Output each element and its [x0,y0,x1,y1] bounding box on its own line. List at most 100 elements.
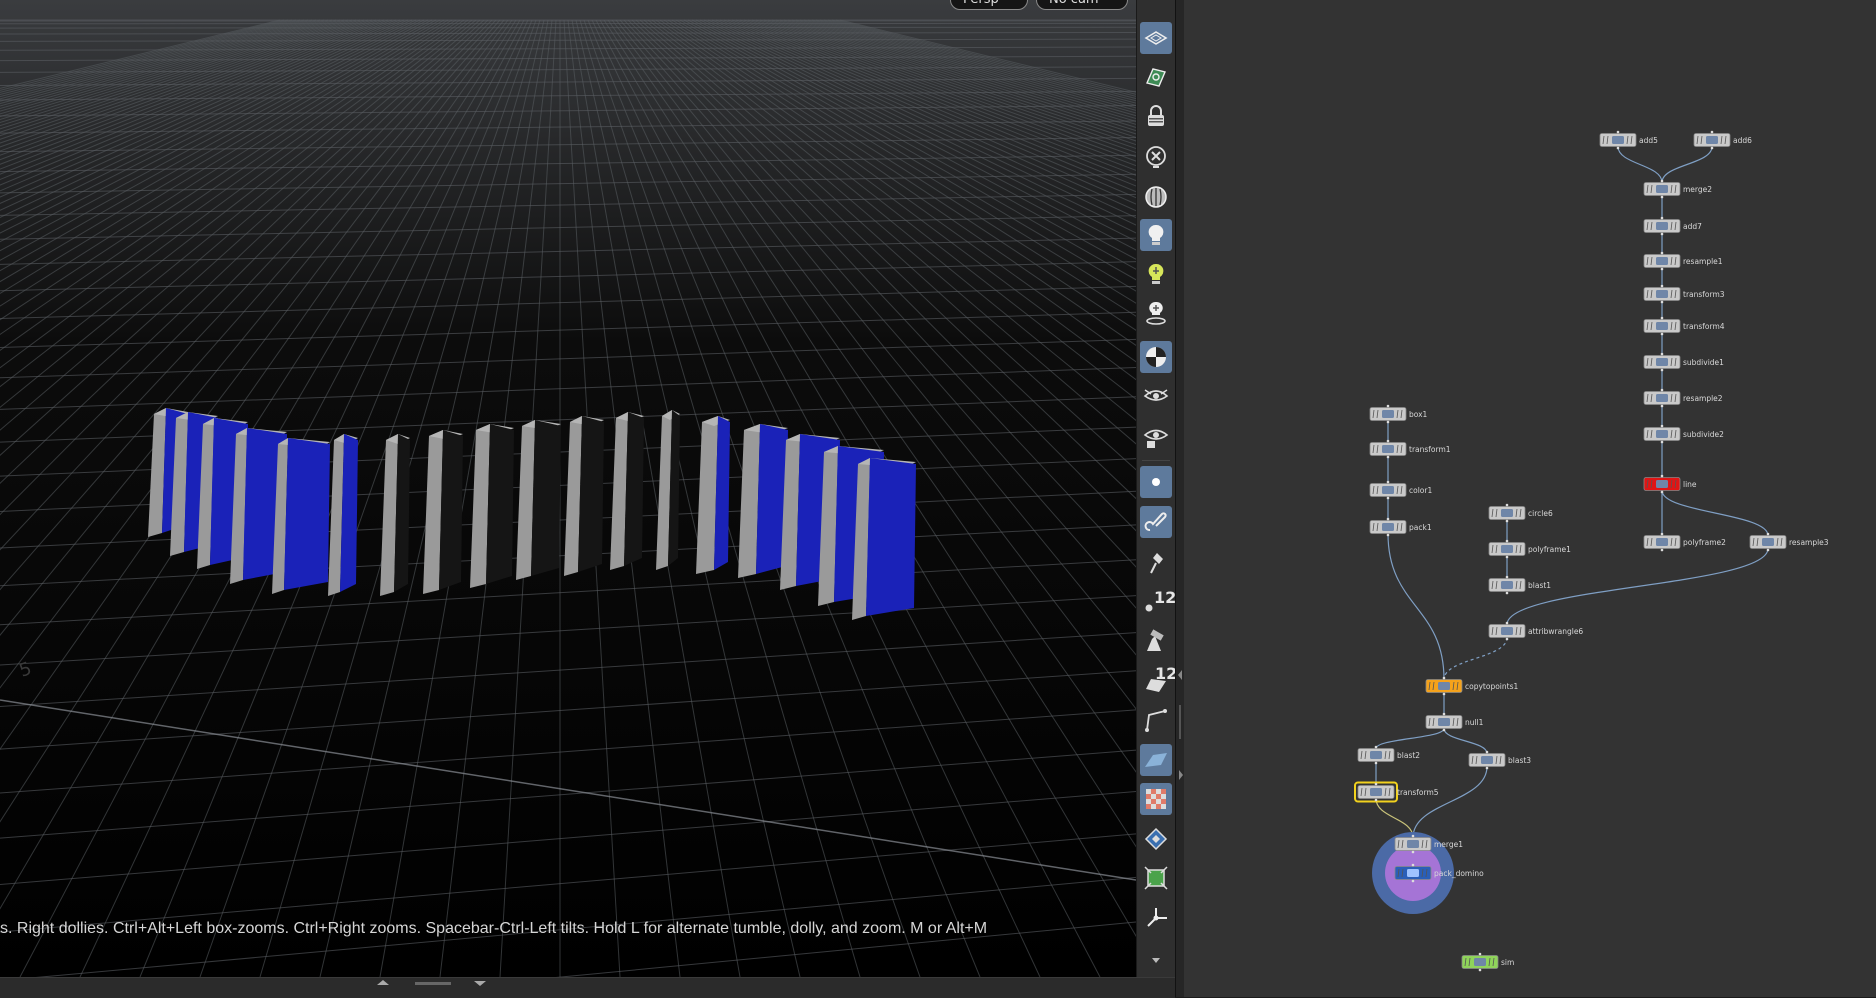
node-label: copytopoints1 [1465,682,1518,691]
viewport-bottom-bar [0,977,1175,998]
edge-icon[interactable] [1140,704,1172,736]
node-color1[interactable]: color1 [1370,481,1432,500]
node-transform5[interactable]: transform5 [1355,783,1439,802]
node-merge1[interactable]: merge1 [1395,835,1463,854]
snap-icon[interactable] [1140,61,1172,93]
node-label: transform1 [1409,445,1451,454]
node-label: resample1 [1683,257,1723,266]
node-label: blast1 [1528,581,1551,590]
node-null1[interactable]: null1 [1426,713,1484,732]
node-label: add5 [1639,136,1658,145]
node-type-icon [1656,185,1668,193]
node-type-icon [1382,486,1394,494]
node-label: polyframe1 [1528,545,1571,554]
domino-face [866,458,916,616]
node-label: pack_domino [1434,869,1484,878]
node-type-icon [1762,538,1774,546]
domino [852,458,916,620]
node-type-icon [1481,756,1493,764]
domino [470,424,514,588]
node-polyframe1[interactable]: polyframe1 [1489,540,1571,559]
checker-icon[interactable] [1140,783,1172,815]
no-cam-button[interactable]: No cam [1036,0,1128,10]
wireframe-icon[interactable] [1140,181,1172,213]
wire [1376,799,1413,838]
node-type-icon [1501,509,1513,517]
node-type-icon [1370,751,1382,759]
measure-icon[interactable] [1140,625,1172,657]
node-subdivide2[interactable]: subdivide2 [1644,425,1724,444]
node-transform3[interactable]: transform3 [1644,285,1725,304]
node-type-icon [1382,445,1394,453]
normal-light-icon[interactable] [1140,258,1172,290]
node-box1[interactable]: box1 [1370,405,1428,424]
network-editor[interactable]: add5 add6 merge2 add7 resample1 transform3 tra… [1184,0,1876,997]
node-blast3[interactable]: blast3 [1469,751,1531,770]
node-label: box1 [1409,410,1428,419]
display-options-icon[interactable] [1140,381,1172,413]
high-light-icon[interactable] [1140,297,1172,329]
node-resample1[interactable]: resample1 [1644,252,1723,271]
pin-icon[interactable] [1140,546,1172,578]
visualizer-icon[interactable] [1140,421,1172,453]
node-pack1[interactable]: pack1 [1370,518,1432,537]
node-type-icon [1438,682,1450,690]
node-label: color1 [1409,486,1432,495]
hide-icon[interactable] [1140,141,1172,173]
persp-camera-button[interactable]: Persp [950,0,1028,10]
node-blast2[interactable]: blast2 [1358,746,1420,765]
collapse-left-icon [1178,670,1182,680]
node-label: polyframe2 [1683,538,1726,547]
wire [1444,729,1487,754]
node-circle6[interactable]: circle6 [1489,504,1553,523]
node-resample3[interactable]: resample3 [1750,533,1829,552]
node-copytopoints1[interactable]: copytopoints1 [1426,677,1518,696]
node-graph: add5 add6 merge2 add7 resample1 transform3 tra… [1184,0,1876,997]
select-mode-icon[interactable] [1140,22,1172,54]
wire [1618,147,1662,183]
frame-icon[interactable] [1140,862,1172,894]
node-type-icon [1438,718,1450,726]
node-transform1[interactable]: transform1 [1370,440,1451,459]
point-icon[interactable] [1140,466,1172,498]
display-count-icon[interactable]: 12 [1140,664,1172,696]
node-label: blast3 [1508,756,1531,765]
node-blast1[interactable]: blast1 [1489,576,1551,595]
headlight-icon[interactable] [1140,219,1172,251]
node-type-icon [1382,523,1394,531]
node-line[interactable]: line [1644,475,1697,494]
wire [1413,767,1487,838]
node-add6[interactable]: add6 [1694,131,1752,150]
node-merge2[interactable]: merge2 [1644,180,1712,199]
node-type-icon [1656,257,1668,265]
splitter-grip-icon [1179,705,1181,739]
domino-face [284,438,330,590]
more-icon[interactable] [1140,945,1172,977]
vertex-icon[interactable] [1140,823,1172,855]
display-points-icon[interactable]: 12 [1140,585,1172,617]
paint-icon[interactable] [1140,506,1172,538]
node-add5[interactable]: add5 [1600,131,1658,150]
node-resample2[interactable]: resample2 [1644,389,1723,408]
scene-viewport[interactable]: 5 Persp No cam s. Right dollies. Ctrl+Al… [0,0,1136,977]
node-sim[interactable]: sim [1462,953,1514,972]
node-transform4[interactable]: transform4 [1644,317,1725,336]
ground-plane-icon[interactable] [1140,744,1172,776]
node-label: circle6 [1528,509,1553,518]
node-label: pack1 [1409,523,1432,532]
viewport-display-toolbar: 12 12 [1136,0,1176,977]
viewport-scene: 5 [0,0,1136,977]
shaded-icon[interactable] [1140,341,1172,373]
node-label: subdivide1 [1683,358,1724,367]
node-add7[interactable]: add7 [1644,217,1702,236]
node-type-icon [1656,480,1668,488]
axis-icon[interactable] [1140,902,1172,934]
node-type-icon [1501,545,1513,553]
node-label: transform5 [1397,788,1439,797]
node-polyframe2[interactable]: polyframe2 [1644,533,1726,552]
node-label: blast2 [1397,751,1420,760]
lock-camera-icon[interactable] [1140,101,1172,133]
node-attribwrangle6[interactable]: attribwrangle6 [1489,622,1583,641]
node-subdivide1[interactable]: subdivide1 [1644,353,1724,372]
domino-face [486,424,514,584]
